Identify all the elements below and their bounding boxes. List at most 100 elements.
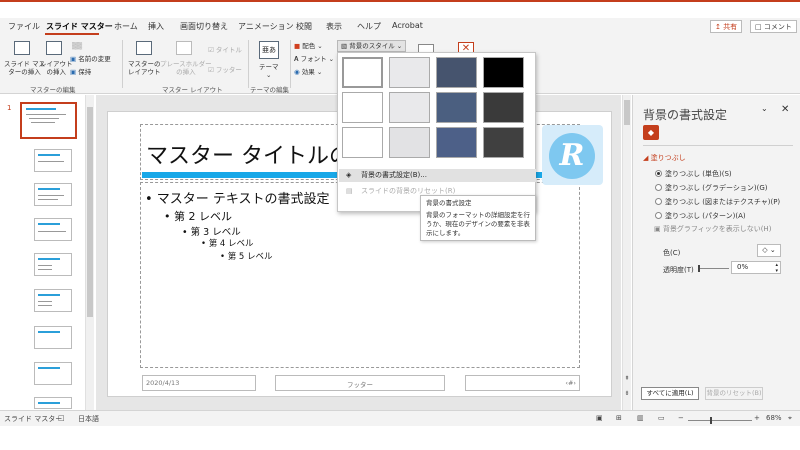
insert-placeholder-button[interactable]: プレースホルダー の挿入: [160, 60, 212, 76]
reset-background-icon: ▤: [346, 187, 353, 195]
title-checkbox[interactable]: ☑ タイトル: [208, 46, 242, 54]
radio-solid-fill[interactable]: [655, 170, 662, 177]
thumbnail-scroll-thumb[interactable]: [87, 107, 93, 317]
radio-picture-fill[interactable]: [655, 198, 662, 205]
bg-style-swatch[interactable]: [483, 57, 524, 88]
logo-letter: R: [549, 133, 595, 179]
transparency-slider[interactable]: [698, 265, 729, 272]
status-bar: スライド マスター □ 日本語 ▣ ⊞ ▥ ▭ − + 68% ⌖: [0, 410, 800, 426]
bg-style-swatch[interactable]: [389, 57, 430, 88]
pane-options-icon[interactable]: ⌄: [761, 104, 768, 113]
delete-button[interactable]: ▒▒: [72, 42, 82, 50]
effects-button[interactable]: ◉ 効果 ⌄: [294, 68, 322, 76]
tab-view[interactable]: 表示: [326, 21, 342, 32]
master-thumbnail[interactable]: [20, 102, 77, 139]
bg-style-swatch[interactable]: [436, 127, 477, 158]
share-button[interactable]: ↥ 共有: [710, 20, 743, 33]
layout-thumbnail[interactable]: [34, 289, 72, 312]
reset-background-button[interactable]: 背景のリセット(B): [705, 387, 763, 400]
layout-thumbnail[interactable]: [34, 362, 72, 385]
fonts-label: フォント: [300, 55, 327, 63]
prev-slide-icon[interactable]: ⇞: [623, 375, 631, 382]
tab-review[interactable]: 校閲: [296, 21, 312, 32]
bg-style-swatch[interactable]: [389, 92, 430, 123]
insert-slide-master-button[interactable]: スライド マス ターの挿入: [4, 60, 45, 76]
themes-button[interactable]: テーマ ⌄: [259, 63, 279, 79]
thumbnail-scrollbar[interactable]: [85, 95, 94, 410]
color-picker-button[interactable]: ◇ ⌄: [757, 244, 781, 257]
reading-view-icon[interactable]: ▥: [637, 414, 644, 422]
background-styles-button[interactable]: ▧ 背景のスタイル ⌄: [337, 40, 407, 52]
insert-layout-button[interactable]: レイアウト の挿入: [40, 60, 73, 76]
layout-thumbnail[interactable]: [34, 397, 72, 409]
bg-style-swatch[interactable]: [342, 92, 383, 123]
format-background-pane: 背景の書式設定 ⌄ ✕ ◆ ◢ 塗りつぶし 塗りつぶし (単色)(S) 塗りつぶ…: [632, 95, 800, 410]
thumb-line: [38, 231, 66, 232]
preserve-button[interactable]: ▣ 保持: [70, 68, 91, 76]
bg-style-swatch[interactable]: [483, 92, 524, 123]
rename-icon: ▣: [70, 55, 77, 63]
bg-style-swatch[interactable]: [483, 127, 524, 158]
layout-thumbnail[interactable]: [34, 183, 72, 206]
zoom-out-icon[interactable]: −: [678, 414, 684, 422]
close-pane-icon[interactable]: ✕: [781, 104, 789, 115]
colors-button[interactable]: ■ 配色 ⌄: [294, 42, 323, 50]
text-level-5: • 第 5 レベル: [220, 252, 273, 262]
fit-to-window-icon[interactable]: ⌖: [788, 414, 792, 423]
master-layout-button[interactable]: マスターの レイアウト: [128, 60, 161, 76]
zoom-slider-handle[interactable]: [710, 417, 712, 424]
slideshow-icon[interactable]: ▭: [658, 414, 665, 422]
date-placeholder[interactable]: 2020/4/13: [142, 375, 256, 391]
footer-checkbox[interactable]: ☑ フッター: [208, 66, 242, 74]
bg-style-swatch[interactable]: [436, 57, 477, 88]
tab-acrobat[interactable]: Acrobat: [392, 21, 423, 30]
tab-insert[interactable]: 挿入: [148, 21, 164, 32]
transparency-slider-handle[interactable]: [698, 265, 700, 272]
layout-thumbnail[interactable]: [34, 218, 72, 241]
bg-style-swatch[interactable]: [342, 57, 383, 88]
logo-image[interactable]: R: [542, 125, 603, 185]
tab-slide-master[interactable]: スライド マスター: [46, 21, 113, 32]
apply-to-all-button[interactable]: すべてに適用(L): [641, 387, 699, 400]
bg-style-swatch[interactable]: [342, 127, 383, 158]
zoom-slider[interactable]: [688, 417, 752, 424]
normal-view-icon[interactable]: ▣: [596, 414, 603, 422]
tab-help[interactable]: ヘルプ: [357, 21, 381, 32]
canvas-scrollbar[interactable]: ⇞ ⇟: [622, 95, 631, 410]
footer-placeholder[interactable]: フッター: [275, 375, 445, 391]
thumb-title-bar: [38, 258, 60, 260]
tab-animations[interactable]: アニメーション: [238, 21, 294, 32]
tab-transitions[interactable]: 画面切り替え: [180, 21, 228, 32]
bg-style-swatch[interactable]: [389, 127, 430, 158]
tab-file[interactable]: ファイル: [8, 21, 40, 32]
bg-style-swatch[interactable]: [436, 92, 477, 123]
fill-section-header[interactable]: ◢ 塗りつぶし: [643, 153, 686, 163]
accessibility-icon[interactable]: □: [58, 414, 65, 422]
radio-gradient-fill[interactable]: [655, 184, 662, 191]
slide-number-placeholder[interactable]: ‹#›: [465, 375, 580, 391]
layout-thumbnail[interactable]: [34, 253, 72, 276]
transparency-input[interactable]: 0% ▴ ▾: [731, 261, 781, 274]
zoom-in-icon[interactable]: +: [754, 414, 760, 422]
next-slide-icon[interactable]: ⇟: [623, 390, 631, 397]
pane-divider: [643, 145, 793, 146]
bg-styles-label: 背景のスタイル: [349, 42, 395, 50]
slide-sorter-icon[interactable]: ⊞: [616, 414, 622, 422]
fill-category-icon[interactable]: ◆: [643, 125, 659, 140]
language-label[interactable]: 日本語: [78, 414, 99, 424]
title-accent-line: [0, 0, 800, 2]
fonts-button[interactable]: 𝐀 フォント ⌄: [294, 55, 334, 63]
spinner-icon[interactable]: ▴ ▾: [775, 262, 778, 274]
layout-thumbnail[interactable]: [34, 326, 72, 349]
tooltip-body: 背景のフォーマットの詳細設定を行うか、現在のデザインの要素を非表示にします。: [426, 211, 530, 237]
layout-thumbnail[interactable]: [34, 149, 72, 172]
format-background-menu-item[interactable]: ◈ 背景の書式設定(B)...: [339, 169, 536, 182]
tab-home[interactable]: ホーム: [114, 21, 138, 32]
hide-graphics-checkbox[interactable]: ▣ 背景グラフィックを表示しない(H): [654, 224, 771, 234]
rename-button[interactable]: ▣ 名前の変更: [70, 55, 111, 63]
zoom-level[interactable]: 68%: [766, 414, 782, 422]
radio-pattern-fill[interactable]: [655, 212, 662, 219]
canvas-scroll-thumb[interactable]: [624, 100, 630, 125]
colors-label: 配色: [302, 42, 316, 50]
comment-button[interactable]: □ コメント: [750, 20, 797, 33]
